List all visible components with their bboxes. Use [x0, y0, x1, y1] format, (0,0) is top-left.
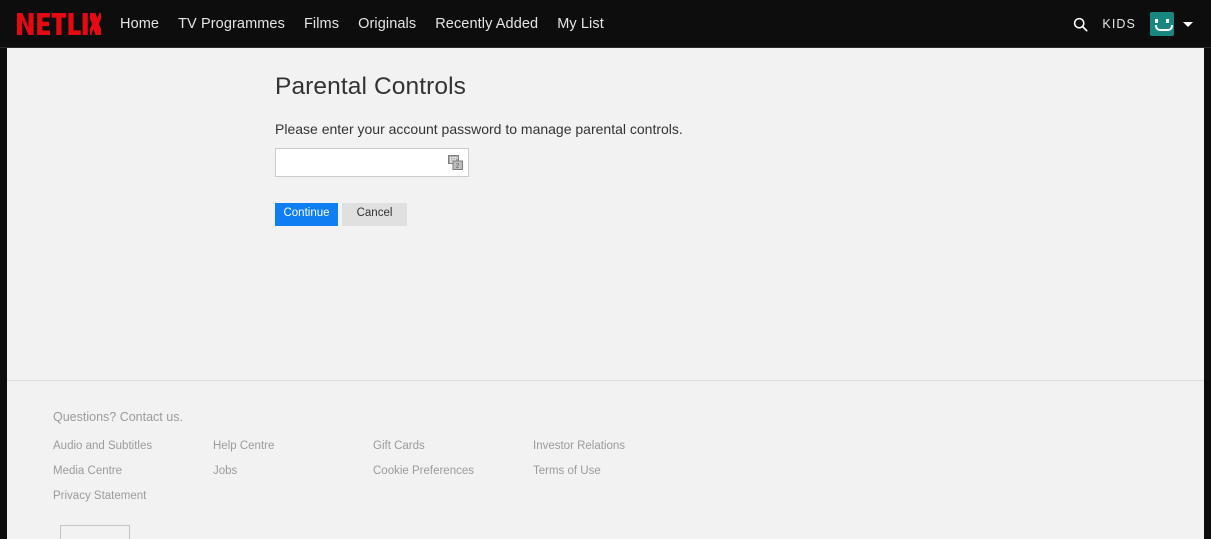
language-selector[interactable]: [60, 525, 130, 539]
primary-nav-links: Home TV Programmes Films Originals Recen…: [120, 0, 604, 48]
avatar-eye-left: [1155, 19, 1158, 23]
avatar[interactable]: [1150, 12, 1174, 36]
chevron-down-icon[interactable]: [1183, 21, 1193, 27]
footer-link-help-centre[interactable]: Help Centre: [213, 438, 373, 454]
nav-link-home[interactable]: Home: [120, 17, 159, 32]
footer-column-2: Help Centre Jobs: [213, 438, 373, 513]
footer-link-jobs[interactable]: Jobs: [213, 463, 373, 479]
top-navigation-bar: Home TV Programmes Films Originals Recen…: [0, 0, 1211, 48]
footer-link-audio-and-subtitles[interactable]: Audio and Subtitles: [53, 438, 213, 454]
footer-column-1: Audio and Subtitles Media Centre Privacy…: [53, 438, 213, 513]
page-footer: Questions? Contact us. Audio and Subtitl…: [7, 380, 1204, 539]
nav-right-controls: KIDS: [1073, 0, 1193, 48]
netflix-logo[interactable]: [17, 12, 101, 36]
form-action-buttons: Continue Cancel: [275, 202, 975, 226]
page-subtitle: Please enter your account password to ma…: [275, 121, 683, 138]
search-icon[interactable]: [1073, 17, 1088, 32]
password-autofill-icon[interactable]: 2: [448, 154, 463, 170]
continue-button[interactable]: Continue: [275, 202, 338, 226]
footer-column-4: Investor Relations Terms of Use: [533, 438, 693, 513]
browser-frame: Home TV Programmes Films Originals Recen…: [0, 0, 1211, 539]
password-input[interactable]: [276, 148, 468, 176]
footer-column-3: Gift Cards Cookie Preferences: [373, 438, 533, 513]
footer-link-gift-cards[interactable]: Gift Cards: [373, 438, 533, 454]
nav-link-tv-programmes[interactable]: TV Programmes: [178, 17, 285, 32]
nav-link-recently-added[interactable]: Recently Added: [435, 17, 538, 32]
kids-link[interactable]: KIDS: [1102, 17, 1136, 31]
nav-link-my-list[interactable]: My List: [557, 17, 604, 32]
parental-controls-form: Parental Controls Please enter your acco…: [275, 72, 975, 226]
profile-menu[interactable]: [1150, 12, 1193, 36]
footer-link-columns: Audio and Subtitles Media Centre Privacy…: [53, 438, 1053, 513]
nav-link-films[interactable]: Films: [304, 17, 339, 32]
page-title: Parental Controls: [275, 73, 466, 100]
footer-link-cookie-preferences[interactable]: Cookie Preferences: [373, 463, 533, 479]
footer-contact-link[interactable]: Questions? Contact us.: [53, 410, 183, 424]
nav-link-originals[interactable]: Originals: [358, 17, 416, 32]
footer-link-terms-of-use[interactable]: Terms of Use: [533, 463, 693, 479]
footer-link-media-centre[interactable]: Media Centre: [53, 463, 213, 479]
page-body: Parental Controls Please enter your acco…: [7, 48, 1204, 539]
footer-link-investor-relations[interactable]: Investor Relations: [533, 438, 693, 454]
password-field-wrapper[interactable]: 2: [275, 147, 469, 177]
avatar-smile: [1155, 25, 1173, 31]
avatar-eye-right: [1166, 19, 1169, 23]
footer-link-privacy-statement[interactable]: Privacy Statement: [53, 488, 213, 504]
cancel-button[interactable]: Cancel: [342, 202, 407, 226]
